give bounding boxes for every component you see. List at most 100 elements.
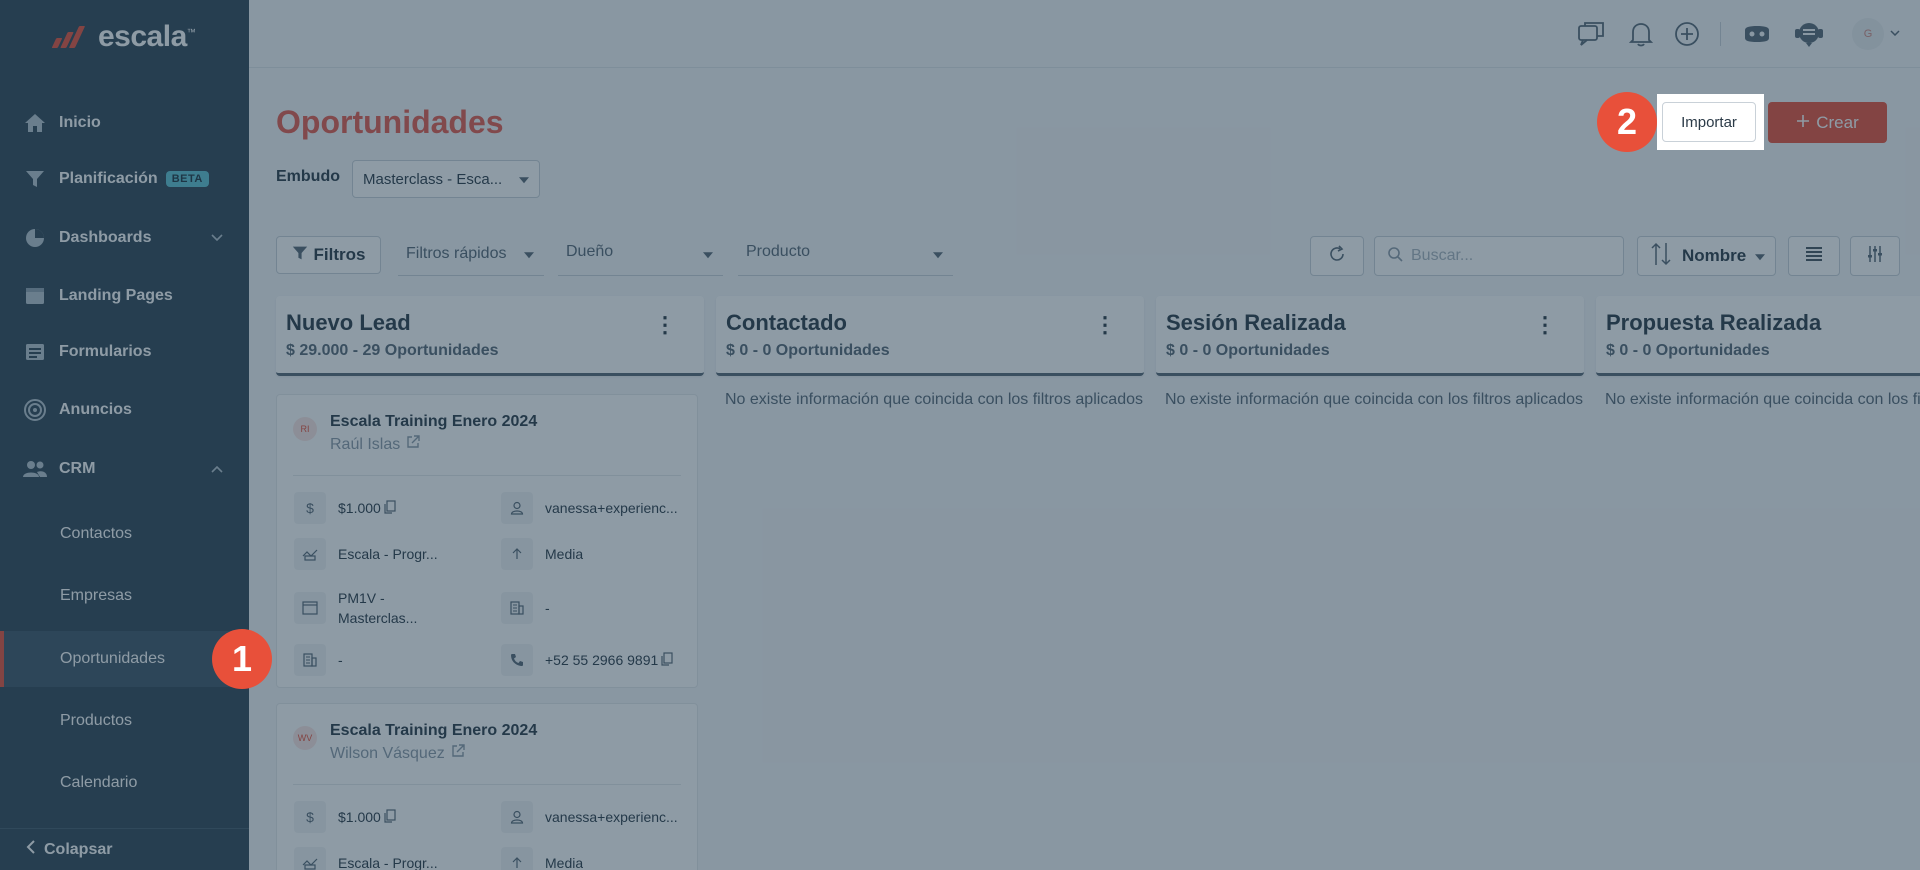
card-field-phone: +52 55 2966 9891 xyxy=(501,644,697,676)
field-value: Media xyxy=(545,855,584,870)
bell-icon[interactable] xyxy=(1625,18,1657,50)
owner-dropdown[interactable]: Dueño xyxy=(558,232,723,276)
sidebar-subitem-label: Productos xyxy=(60,712,133,729)
column-summary: $ 0 - 0 Oportunidades xyxy=(1606,342,1770,359)
form-icon xyxy=(22,339,48,365)
escala-logo[interactable]: escala ™ xyxy=(50,20,196,54)
sidebar-subitem-empresas[interactable]: Empresas xyxy=(0,568,249,624)
card-field-amount: $ $1.000 xyxy=(294,801,484,833)
card-field-product: Escala - Progr... xyxy=(294,538,484,570)
search-input[interactable] xyxy=(1411,247,1601,265)
embudo-select[interactable]: Masterclass - Esca... xyxy=(352,160,540,198)
sidebar-item-inicio[interactable]: Inicio xyxy=(0,93,249,153)
card-divider xyxy=(293,784,681,785)
card-field-amount: $ $1.000 xyxy=(294,492,484,524)
sidebar-item-label: Landing Pages xyxy=(59,287,173,304)
sidebar-item-label: Dashboards xyxy=(59,229,152,246)
pie-chart-icon xyxy=(22,225,48,251)
filters-button[interactable]: Filtros xyxy=(276,236,381,274)
plus-circle-icon[interactable] xyxy=(1671,18,1703,50)
sidebar-subitem-label: Contactos xyxy=(60,525,133,542)
user-avatar[interactable]: G xyxy=(1852,18,1884,50)
list-view-button[interactable] xyxy=(1788,236,1840,276)
empty-column-message: No existe información que coincida con l… xyxy=(725,391,1143,408)
sidebar-item-label: Formularios xyxy=(59,343,152,360)
sidebar-subitem-label: Oportunidades xyxy=(60,650,165,667)
card-field-priority: Media xyxy=(501,538,691,570)
sidebar-subitem-calendario[interactable]: Calendario xyxy=(0,755,249,811)
filters-button-label: Filtros xyxy=(313,245,366,264)
external-link-icon xyxy=(451,744,465,763)
sidebar-item-planificacion[interactable]: Planificación BETA xyxy=(0,149,249,209)
column-title: Sesión Realizada xyxy=(1166,310,1346,335)
card-contact-link[interactable]: Wilson Vásquez xyxy=(330,744,465,763)
copy-icon[interactable] xyxy=(383,499,396,517)
plus-icon xyxy=(1796,113,1810,133)
product-dropdown[interactable]: Producto xyxy=(738,232,953,276)
support-icon[interactable] xyxy=(1793,18,1825,50)
sidebar-item-label: Anuncios xyxy=(59,401,132,418)
arrow-up-icon xyxy=(501,538,533,570)
collapse-label: Colapsar xyxy=(44,840,113,858)
sidebar-item-crm[interactable]: CRM xyxy=(0,439,249,499)
embudo-select-value: Masterclass - Esca... xyxy=(363,170,503,188)
external-link-icon xyxy=(406,435,420,454)
sidebar-item-dashboards[interactable]: Dashboards xyxy=(0,208,249,268)
column-title: Propuesta Realizada xyxy=(1606,310,1822,335)
building-icon xyxy=(294,644,326,676)
import-button[interactable]: Importar xyxy=(1662,102,1756,142)
quick-filters-dropdown[interactable]: Filtros rápidos xyxy=(398,232,544,276)
contact-avatar: RI xyxy=(293,417,317,441)
sidebar-item-anuncios[interactable]: Anuncios xyxy=(0,380,249,440)
sidebar-subitem-contactos[interactable]: Contactos xyxy=(0,506,249,562)
refresh-button[interactable] xyxy=(1310,236,1364,276)
collapse-sidebar-button[interactable]: Colapsar xyxy=(0,828,249,870)
chevron-down-icon xyxy=(211,231,223,245)
search-box[interactable] xyxy=(1374,236,1624,276)
field-value: Escala - Progr... xyxy=(338,546,438,562)
copy-icon[interactable] xyxy=(660,651,673,669)
more-vertical-icon[interactable]: ⋮ xyxy=(1094,314,1116,336)
card-contact-name: Raúl Islas xyxy=(330,435,401,453)
arrow-up-icon xyxy=(501,847,533,870)
card-title: Escala Training Enero 2024 xyxy=(330,413,538,430)
more-vertical-icon[interactable]: ⋮ xyxy=(1534,314,1556,336)
card-field-funnel: PM1V - Masterclas... xyxy=(294,584,484,632)
create-button[interactable]: Crear xyxy=(1768,102,1887,143)
card-field-company-secondary: - xyxy=(294,644,484,676)
logo-mark-icon xyxy=(50,22,90,52)
product-icon xyxy=(294,847,326,870)
beta-badge: BETA xyxy=(165,170,209,187)
dollar-icon: $ xyxy=(294,801,326,833)
sidebar-subitem-productos[interactable]: Productos xyxy=(0,693,249,749)
column-header-contactado: Contactado $ 0 - 0 Oportunidades ⋮ xyxy=(716,296,1144,376)
column-header-nuevo-lead: Nuevo Lead $ 29.000 - 29 Oportunidades ⋮ xyxy=(276,296,704,376)
building-icon xyxy=(501,592,533,624)
caret-down-icon xyxy=(1755,254,1765,261)
page-title: Oportunidades xyxy=(276,104,504,140)
settings-button[interactable] xyxy=(1850,236,1900,276)
sidebar-item-landing-pages[interactable]: Landing Pages xyxy=(0,266,249,326)
field-value: $1.000 xyxy=(338,809,381,825)
product-icon xyxy=(294,538,326,570)
card-field-product: Escala - Progr... xyxy=(294,847,484,870)
refresh-icon xyxy=(1327,244,1347,269)
topbar xyxy=(249,0,1920,68)
search-icon xyxy=(1387,246,1403,267)
opportunity-card[interactable]: WV Escala Training Enero 2024 Wilson Vás… xyxy=(276,703,698,870)
chat-icon[interactable] xyxy=(1575,18,1607,50)
sliders-icon xyxy=(1866,245,1884,268)
sidebar-subitem-label: Empresas xyxy=(60,587,133,604)
field-value: PM1V - Masterclas... xyxy=(338,590,418,626)
sort-button[interactable]: Nombre xyxy=(1637,236,1776,276)
chevron-down-icon[interactable] xyxy=(1890,28,1900,39)
topbar-divider xyxy=(1720,22,1721,46)
gamepad-icon[interactable] xyxy=(1741,18,1773,50)
more-vertical-icon[interactable]: ⋮ xyxy=(654,314,676,336)
card-contact-link[interactable]: Raúl Islas xyxy=(330,435,420,454)
opportunity-card[interactable]: RI Escala Training Enero 2024 Raúl Islas… xyxy=(276,394,698,688)
card-title: Escala Training Enero 2024 xyxy=(330,722,538,739)
copy-icon[interactable] xyxy=(383,808,396,826)
sidebar-item-formularios[interactable]: Formularios xyxy=(0,322,249,382)
create-button-label: Crear xyxy=(1816,112,1859,132)
